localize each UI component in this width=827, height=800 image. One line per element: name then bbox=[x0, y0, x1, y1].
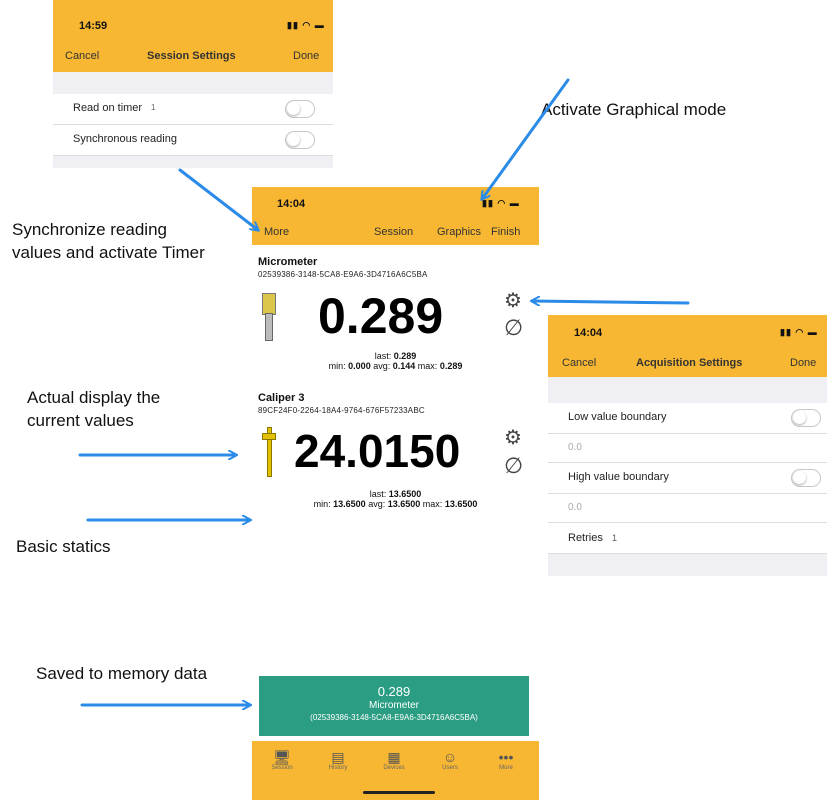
annotation-arrows bbox=[78, 78, 690, 800]
arrow-sync bbox=[178, 168, 258, 230]
arrow-graphics bbox=[482, 78, 570, 199]
arrow-acquisition bbox=[532, 301, 690, 303]
